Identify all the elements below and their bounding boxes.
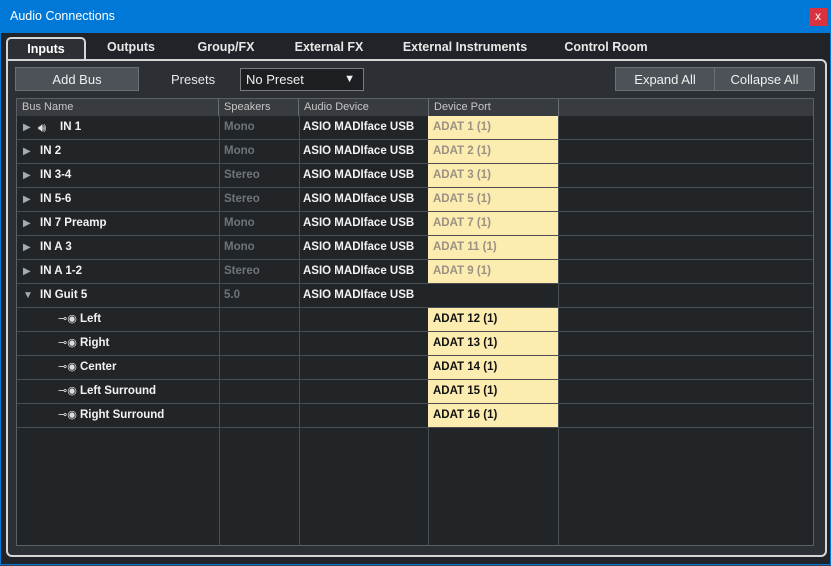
channel-name[interactable]: Right (17, 332, 282, 355)
table-row[interactable]: ⊸◉ Right ADAT 13 (1) (17, 332, 813, 356)
tab-control-room[interactable]: Control Room (556, 37, 656, 58)
channel-name[interactable]: Right Surround (17, 404, 282, 427)
column-header-blank (559, 99, 813, 116)
device-port-cell[interactable]: ADAT 5 (1) (428, 188, 558, 211)
speakers-cell[interactable]: Mono (224, 116, 255, 139)
table-row[interactable]: ▶ 🔊︎ IN 1 Mono ASIO MADIface USB ADAT 1 … (17, 116, 813, 140)
table-row[interactable]: ⊸◉ Left ADAT 12 (1) (17, 308, 813, 332)
collapse-all-button[interactable]: Collapse All (714, 67, 815, 91)
dropdown-arrow-icon: ▼ (344, 73, 355, 85)
preset-value: No Preset (246, 72, 304, 87)
bus-name[interactable]: IN 5-6 (17, 188, 242, 211)
device-port-cell[interactable]: ADAT 11 (1) (428, 236, 558, 259)
table-row[interactable]: ⊸◉ Center ADAT 14 (1) (17, 356, 813, 380)
table-row[interactable]: ▶ IN 3-4 Stereo ASIO MADIface USB ADAT 3… (17, 164, 813, 188)
audio-device-cell[interactable]: ASIO MADIface USB (303, 236, 414, 259)
device-port-cell[interactable]: ADAT 2 (1) (428, 140, 558, 163)
speakers-cell[interactable]: Stereo (224, 164, 260, 187)
preset-select[interactable]: No Preset ▼ (240, 68, 364, 91)
bus-name[interactable]: IN 3-4 (17, 164, 242, 187)
table-row[interactable]: ▶ IN 7 Preamp Mono ASIO MADIface USB ADA… (17, 212, 813, 236)
title-bar[interactable]: Audio Connections x (0, 0, 831, 33)
table-row[interactable]: ▶ IN A 3 Mono ASIO MADIface USB ADAT 11 … (17, 236, 813, 260)
column-header-bus-name[interactable]: Bus Name (17, 99, 219, 116)
device-port-cell[interactable]: ADAT 1 (1) (428, 116, 558, 139)
tab-outputs[interactable]: Outputs (94, 37, 168, 58)
audio-device-cell[interactable]: ASIO MADIface USB (303, 188, 414, 211)
add-bus-button[interactable]: Add Bus (15, 67, 139, 91)
channel-name[interactable]: Center (17, 356, 282, 379)
presets-label: Presets (171, 72, 216, 87)
speakers-cell[interactable]: Mono (224, 212, 255, 235)
audio-device-cell[interactable]: ASIO MADIface USB (303, 140, 414, 163)
tab-inputs[interactable]: Inputs (6, 37, 86, 61)
tab-external-fx[interactable]: External FX (285, 37, 373, 58)
channel-name[interactable]: Left (17, 308, 282, 331)
bus-name[interactable]: IN A 1-2 (17, 260, 242, 283)
window-title: Audio Connections (10, 9, 115, 23)
speakers-cell[interactable]: Mono (224, 140, 255, 163)
bus-name[interactable]: IN Guit 5 (17, 284, 242, 307)
device-port-cell[interactable]: ADAT 16 (1) (428, 404, 558, 427)
device-port-cell[interactable] (428, 284, 558, 307)
audio-device-cell[interactable]: ASIO MADIface USB (303, 284, 414, 307)
table-row[interactable]: ▼ IN Guit 5 5.0 ASIO MADIface USB (17, 284, 813, 308)
table-row[interactable]: ⊸◉ Right Surround ADAT 16 (1) (17, 404, 813, 428)
bus-name[interactable]: IN 7 Preamp (17, 212, 242, 235)
tab-external-instruments[interactable]: External Instruments (394, 37, 536, 58)
table-row[interactable]: ▶ IN 5-6 Stereo ASIO MADIface USB ADAT 5… (17, 188, 813, 212)
close-button[interactable]: x (809, 8, 827, 26)
audio-device-cell[interactable]: ASIO MADIface USB (303, 164, 414, 187)
table-row[interactable]: ⊸◉ Left Surround ADAT 15 (1) (17, 380, 813, 404)
device-port-cell[interactable]: ADAT 9 (1) (428, 260, 558, 283)
bus-name[interactable]: IN A 3 (17, 236, 242, 259)
device-port-cell[interactable]: ADAT 12 (1) (428, 308, 558, 331)
table-row[interactable]: ▶ IN 2 Mono ASIO MADIface USB ADAT 2 (1) (17, 140, 813, 164)
table-row[interactable]: ▶ IN A 1-2 Stereo ASIO MADIface USB ADAT… (17, 260, 813, 284)
device-port-cell[interactable]: ADAT 3 (1) (428, 164, 558, 187)
channel-name[interactable]: Left Surround (17, 380, 282, 403)
device-port-cell[interactable]: ADAT 15 (1) (428, 380, 558, 403)
speakers-cell[interactable]: Mono (224, 236, 255, 259)
bus-table: Bus Name Speakers Audio Device Device Po… (16, 98, 814, 546)
device-port-cell[interactable]: ADAT 7 (1) (428, 212, 558, 235)
column-header-device-port[interactable]: Device Port (429, 99, 559, 116)
audio-device-cell[interactable]: ASIO MADIface USB (303, 116, 414, 139)
speakers-cell[interactable]: 5.0 (224, 284, 240, 307)
bus-name[interactable]: IN 2 (17, 140, 242, 163)
tab-group-fx[interactable]: Group/FX (186, 37, 266, 58)
audio-device-cell[interactable]: ASIO MADIface USB (303, 212, 414, 235)
device-port-cell[interactable]: ADAT 14 (1) (428, 356, 558, 379)
expand-all-button[interactable]: Expand All (615, 67, 715, 91)
audio-device-cell[interactable]: ASIO MADIface USB (303, 260, 414, 283)
speakers-cell[interactable]: Stereo (224, 188, 260, 211)
column-header-audio-device[interactable]: Audio Device (299, 99, 429, 116)
speakers-cell[interactable]: Stereo (224, 260, 260, 283)
column-header-speakers[interactable]: Speakers (219, 99, 299, 116)
device-port-cell[interactable]: ADAT 13 (1) (428, 332, 558, 355)
